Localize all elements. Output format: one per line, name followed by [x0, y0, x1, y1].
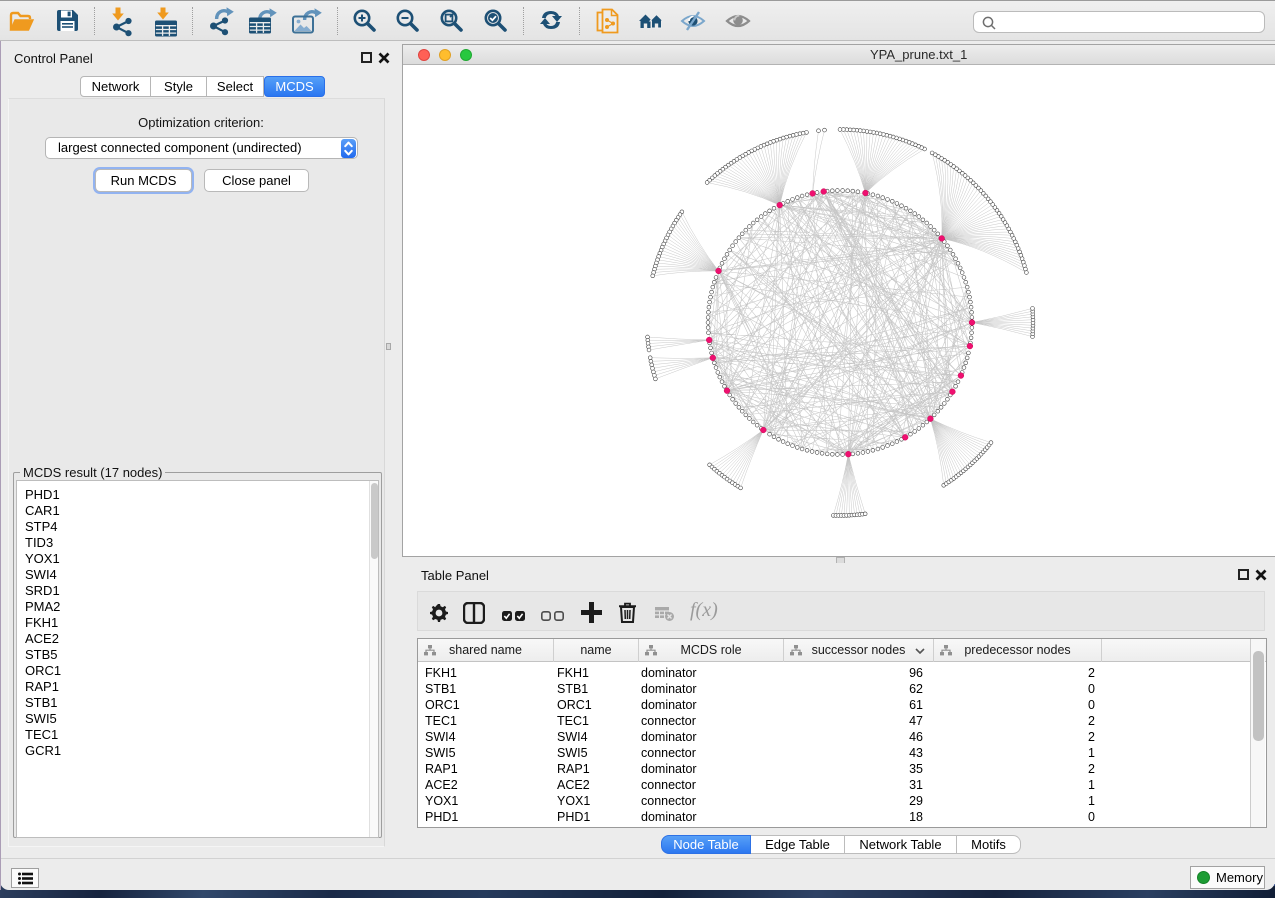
svg-text:f(x): f(x): [690, 600, 718, 621]
